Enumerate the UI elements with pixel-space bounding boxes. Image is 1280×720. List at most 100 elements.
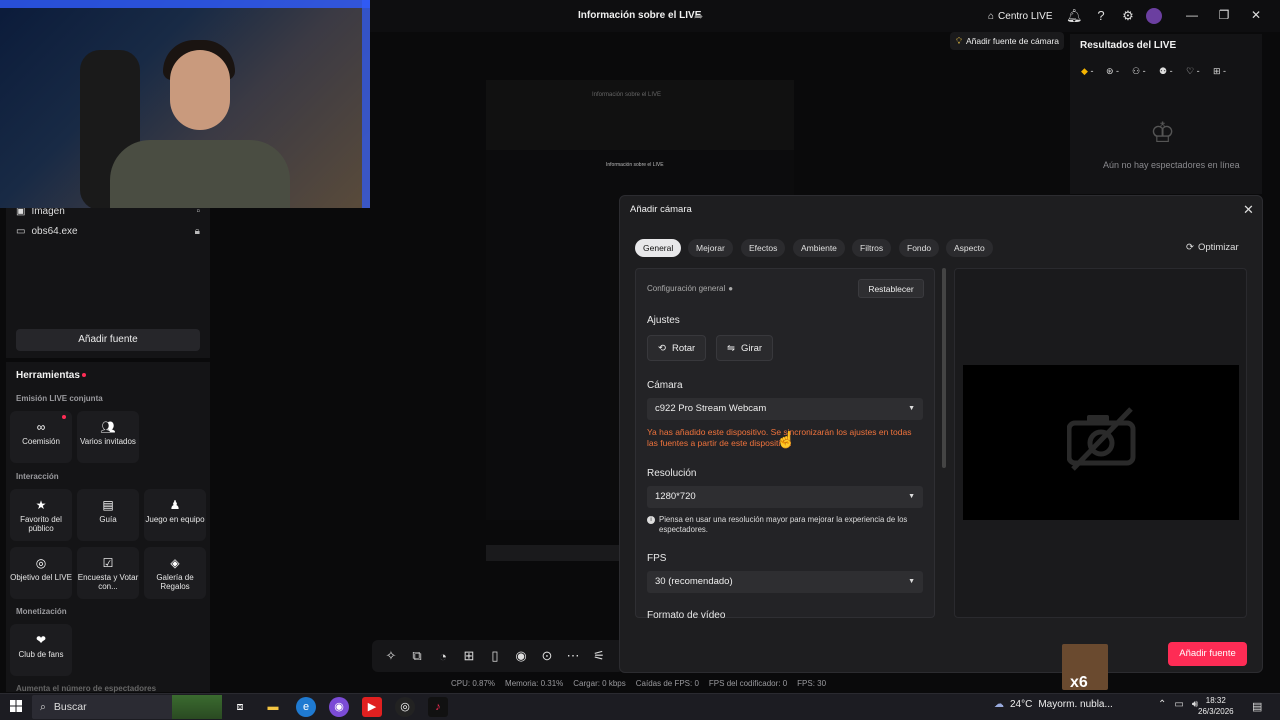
notification-dot bbox=[82, 373, 86, 377]
config-label: Configuración general ● bbox=[647, 284, 733, 293]
add-source-button[interactable]: Añadir fuente bbox=[16, 329, 200, 351]
tool-encuesta[interactable]: ☑ Encuesta y Votar con... bbox=[77, 547, 139, 599]
flip-button[interactable]: ⇋ Girar bbox=[716, 335, 774, 361]
fps-value: 30 (recomendado) bbox=[655, 576, 733, 587]
tab-ambiente[interactable]: Ambiente bbox=[793, 239, 845, 257]
empty-state-text: Aún no hay espectadores en línea bbox=[1103, 160, 1240, 170]
tab-fondo[interactable]: Fondo bbox=[899, 239, 940, 257]
stat-fps: FPS: 30 bbox=[797, 679, 827, 688]
tiktok-icon[interactable]: ♪ bbox=[428, 697, 448, 717]
gift-icon: ⊞ - bbox=[1213, 66, 1227, 76]
effects-icon[interactable]: ◔ bbox=[432, 649, 454, 664]
resolution-label: Resolución bbox=[647, 468, 697, 479]
system-tray: ⌃ ▭ 🔊︎ bbox=[1158, 699, 1198, 710]
file-explorer-icon[interactable]: ▬ bbox=[263, 697, 283, 717]
app-icon[interactable]: ◉ bbox=[329, 697, 349, 717]
network-icon[interactable]: ▭ bbox=[1174, 699, 1183, 710]
rotate-button[interactable]: ⟲ Rotar bbox=[647, 335, 707, 361]
add-source-confirm-button[interactable]: Añadir fuente bbox=[1168, 642, 1247, 666]
more-icon[interactable]: ⋯ bbox=[562, 648, 584, 664]
dialog-title: Añadir cámara bbox=[630, 204, 692, 215]
tool-objetivo[interactable]: ◎ Objetivo del LIVE bbox=[10, 547, 72, 599]
tab-filtros[interactable]: Filtros bbox=[852, 239, 892, 257]
new-followers-icon: ⚉ - bbox=[1159, 66, 1173, 76]
source-item[interactable]: ▭ obs64.exe 🔒︎ bbox=[16, 223, 200, 239]
bell-icon[interactable]: 🔔︎ bbox=[1066, 8, 1083, 24]
task-view-icon[interactable]: ⧈ bbox=[230, 697, 250, 717]
close-icon[interactable]: ✕ bbox=[1243, 202, 1254, 218]
diamond-icon: ◆ - bbox=[1081, 66, 1094, 76]
search-placeholder: Buscar bbox=[53, 701, 87, 713]
tool-label: Club de fans bbox=[18, 650, 64, 659]
centro-live-button[interactable]: ⌂ Centro LIVE bbox=[988, 8, 1053, 24]
flip-label: Girar bbox=[740, 342, 763, 354]
team-game-icon: ♟ bbox=[169, 498, 181, 512]
avatar[interactable] bbox=[1146, 8, 1162, 24]
tool-label: Coemisión bbox=[22, 437, 60, 446]
tab-general[interactable]: General bbox=[635, 239, 682, 257]
tab-efectos[interactable]: Efectos bbox=[741, 239, 786, 257]
fan-club-icon: ❤ bbox=[35, 633, 47, 647]
minimize-icon[interactable]: — bbox=[1184, 8, 1200, 22]
tool-favorito[interactable]: ★ Favorito del público bbox=[10, 489, 72, 541]
window-icon: ▭ bbox=[16, 225, 26, 237]
camera-value: c922 Pro Stream Webcam bbox=[655, 403, 767, 414]
bottom-toolbar: ✧ ⧉ ◔ ⊞ ▯ ◉ ⊙ ⋯ ⚟ bbox=[372, 640, 624, 672]
record-icon[interactable]: ◉ bbox=[510, 648, 532, 664]
broadcast-icon[interactable]: ⊙ bbox=[536, 648, 558, 664]
rotate-icon: ⟲ bbox=[658, 342, 666, 354]
edge-icon[interactable]: e bbox=[296, 697, 316, 717]
tool-guia[interactable]: ▤ Guía bbox=[77, 489, 139, 541]
source-label: obs64.exe bbox=[31, 225, 78, 237]
tool-label: Varios invitados bbox=[80, 437, 136, 446]
tool-label: Objetivo del LIVE bbox=[10, 573, 72, 582]
coin-icon: ⊛ - bbox=[1106, 66, 1120, 76]
windows-start-icon[interactable] bbox=[10, 700, 22, 712]
optimize-button[interactable]: ⟳ Optimizar bbox=[1186, 242, 1239, 253]
weather-temp: 24°C bbox=[1010, 699, 1033, 710]
notification-icon[interactable]: ▤ bbox=[1252, 700, 1262, 713]
guests-icon: 👥︎ bbox=[100, 420, 116, 434]
settings-sliders-icon[interactable]: ⚟ bbox=[588, 648, 610, 664]
add-icon[interactable]: ⊞ bbox=[458, 648, 480, 664]
tool-coemision[interactable]: ∞ Coemisión bbox=[10, 411, 72, 463]
share-icon[interactable]: ➦ bbox=[694, 10, 706, 23]
tool-label: Guía bbox=[99, 515, 117, 524]
lock-icon[interactable]: 🔒︎ bbox=[195, 226, 200, 237]
optimize-icon: ⟳ bbox=[1186, 242, 1194, 253]
system-clock[interactable]: 18:32 26/3/2026 bbox=[1198, 695, 1234, 717]
tab-aspecto[interactable]: Aspecto bbox=[946, 239, 993, 257]
tool-label: Galería de Regalos bbox=[156, 573, 194, 591]
help-icon[interactable]: ? bbox=[1093, 8, 1109, 24]
home-icon: ⌂ bbox=[988, 10, 995, 22]
tab-mejorar[interactable]: Mejorar bbox=[688, 239, 733, 257]
mobile-icon[interactable]: ▯ bbox=[484, 648, 506, 664]
reset-button[interactable]: Restablecer bbox=[858, 279, 924, 298]
clock-date: 26/3/2026 bbox=[1198, 707, 1234, 716]
weather-widget[interactable]: ☁ 24°C Mayorm. nubla... bbox=[994, 699, 1113, 710]
magic-icon[interactable]: ✧ bbox=[380, 648, 402, 664]
section-label: Emisión LIVE conjunta bbox=[16, 394, 103, 403]
resolution-select[interactable]: 1280*720 ▼ bbox=[647, 486, 923, 508]
tool-varios-invitados[interactable]: 👥︎ Varios invitados bbox=[77, 411, 139, 463]
weather-icon: ☁ bbox=[994, 699, 1004, 710]
tool-juego-equipo[interactable]: ♟ Juego en equipo bbox=[144, 489, 206, 541]
camera-select[interactable]: c922 Pro Stream Webcam ▼ bbox=[647, 398, 923, 420]
tip-label: Añadir fuente de cámara bbox=[965, 36, 1060, 46]
taskbar-search[interactable]: ⌕ Buscar bbox=[32, 695, 222, 719]
tool-club-fans[interactable]: ❤ Club de fans bbox=[10, 624, 72, 676]
meme-text: x6 bbox=[1070, 674, 1088, 691]
chevron-up-icon[interactable]: ⌃ bbox=[1158, 699, 1166, 710]
screen-share-icon[interactable]: ⧉ bbox=[406, 648, 428, 664]
maximize-icon[interactable]: ❐ bbox=[1216, 8, 1232, 22]
tool-galeria[interactable]: ◈ Galería de Regalos bbox=[144, 547, 206, 599]
close-icon[interactable]: ✕ bbox=[1248, 8, 1264, 22]
gear-icon[interactable]: ⚙ bbox=[1120, 8, 1136, 24]
scrollbar[interactable] bbox=[942, 268, 946, 468]
config-label-text: Configuración general bbox=[647, 284, 726, 293]
fps-label: FPS bbox=[647, 553, 667, 564]
fps-select[interactable]: 30 (recomendado) ▼ bbox=[647, 571, 923, 593]
obs-icon[interactable]: ◎ bbox=[395, 697, 415, 717]
youtube-icon[interactable]: ▶ bbox=[362, 697, 382, 717]
camera-tip-badge[interactable]: 💡︎ Añadir fuente de cámara bbox=[950, 32, 1064, 50]
